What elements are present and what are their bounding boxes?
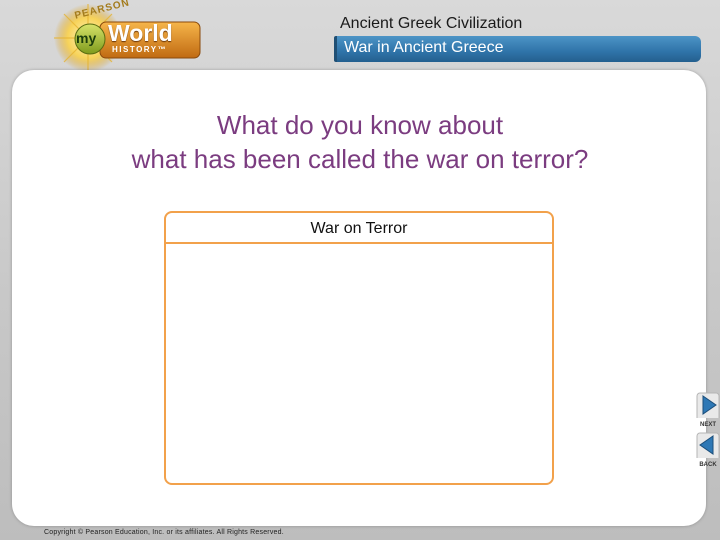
graphic-organizer: War on Terror — [164, 211, 554, 485]
back-arrow-icon — [696, 432, 720, 458]
organizer-answer-area[interactable] — [166, 244, 552, 483]
unit-title: Ancient Greek Civilization — [340, 15, 523, 32]
discussion-question: What do you know about what has been cal… — [0, 108, 720, 176]
question-line-2: what has been called the war on terror? — [131, 144, 589, 174]
logo-world-text: World — [108, 20, 173, 46]
back-button[interactable]: BACK — [696, 432, 720, 468]
lesson-title-bar: War in Ancient Greece — [334, 36, 701, 62]
organizer-header: War on Terror — [166, 213, 552, 244]
logo-my-text: my — [76, 30, 97, 46]
lesson-title: War in Ancient Greece — [344, 39, 504, 56]
next-button[interactable]: NEXT — [696, 392, 720, 428]
question-line-1: What do you know about — [216, 110, 504, 140]
organizer-title: War on Terror — [310, 220, 408, 237]
next-label: NEXT — [699, 422, 716, 428]
back-label: BACK — [699, 462, 717, 468]
copyright-notice: Copyright © Pearson Education, Inc. or i… — [44, 529, 284, 536]
next-arrow-icon — [696, 392, 720, 418]
logo-history-text: HISTORY™ — [112, 45, 168, 54]
